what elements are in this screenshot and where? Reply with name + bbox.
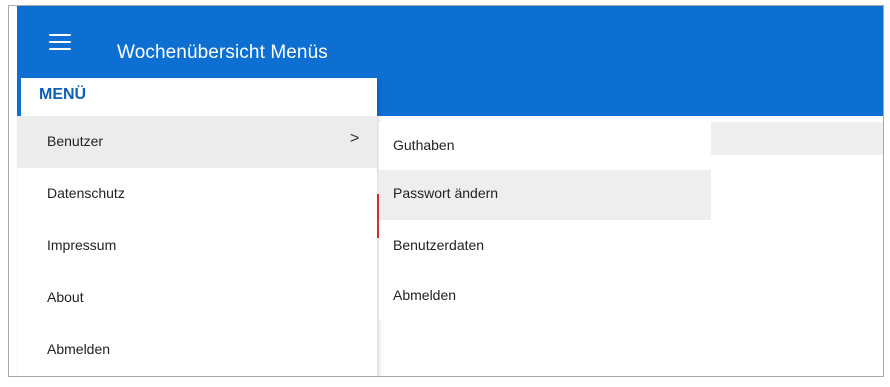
menu-item-about[interactable]: About — [17, 272, 377, 324]
menu-item-impressum[interactable]: Impressum — [17, 220, 377, 272]
app-window: Wochenübersicht Menüs MENÜ Benutzer > Da… — [8, 5, 884, 377]
submenu-item-label: Benutzerdaten — [393, 237, 485, 253]
menu-item-label: About — [47, 289, 84, 305]
main-menu: MENÜ Benutzer > Datenschutz Impressum Ab… — [17, 78, 377, 376]
menu-item-label: Benutzer — [47, 133, 104, 149]
submenu-item-label: Passwort ändern — [393, 185, 499, 201]
hamburger-icon[interactable] — [49, 34, 71, 50]
menu-item-datenschutz[interactable]: Datenschutz — [17, 168, 377, 220]
menu-item-label: Impressum — [47, 237, 117, 253]
chevron-right-icon: > — [350, 130, 360, 147]
menu-header: MENÜ — [17, 78, 377, 116]
menu-item-benutzer[interactable]: Benutzer > — [17, 116, 377, 168]
app-title: Wochenübersicht Menüs — [117, 42, 328, 63]
menu-header-label: MENÜ — [39, 86, 87, 103]
submenu-item-benutzerdaten[interactable]: Benutzerdaten — [379, 222, 711, 272]
submenu-item-label: Abmelden — [393, 287, 457, 303]
submenu-item-abmelden[interactable]: Abmelden — [379, 272, 711, 322]
submenu-item-passwort-aendern[interactable]: Passwort ändern — [379, 170, 711, 220]
submenu-item-guthaben[interactable]: Guthaben — [379, 122, 711, 172]
submenu-item-label: Guthaben — [393, 137, 455, 153]
menu-item-label: Abmelden — [47, 341, 111, 357]
menu-item-abmelden[interactable]: Abmelden — [17, 324, 377, 376]
content-header-bar — [711, 122, 883, 155]
submenu-benutzer: Guthaben Passwort ändern Benutzerdaten A… — [379, 122, 711, 320]
menu-item-label: Datenschutz — [47, 185, 125, 201]
